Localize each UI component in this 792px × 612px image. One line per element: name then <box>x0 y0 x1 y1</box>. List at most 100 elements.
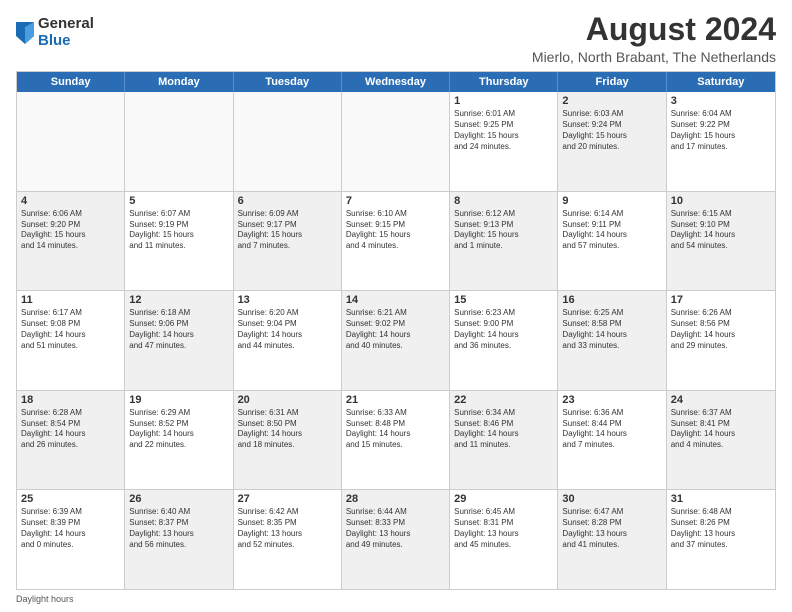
day-info: Sunrise: 6:33 AM Sunset: 8:48 PM Dayligh… <box>346 408 445 451</box>
calendar-cell-8: 8 Sunrise: 6:12 AM Sunset: 9:13 PM Daylig… <box>450 192 558 291</box>
day-info: Sunrise: 6:36 AM Sunset: 8:44 PM Dayligh… <box>562 408 661 451</box>
day-info: Sunrise: 6:28 AM Sunset: 8:54 PM Dayligh… <box>21 408 120 451</box>
day-number: 24 <box>671 394 771 406</box>
calendar-cell-28: 28Sunrise: 6:44 AM Sunset: 8:33 PM Dayli… <box>342 490 450 589</box>
day-info: Sunrise: 6:26 AM Sunset: 8:56 PM Dayligh… <box>671 308 771 351</box>
page: General Blue August 2024 Mierlo, North B… <box>0 0 792 612</box>
calendar-cell-empty <box>234 92 342 191</box>
header-cell-tuesday: Tuesday <box>234 72 342 92</box>
calendar-cell-23: 23 Sunrise: 6:36 AM Sunset: 8:44 PM Dayli… <box>558 391 666 490</box>
header-cell-saturday: Saturday <box>667 72 775 92</box>
calendar-cell-30: 30 Sunrise: 6:47 AM Sunset: 8:28 PM Dayli… <box>558 490 666 589</box>
day-number: 6 <box>238 195 337 207</box>
calendar-cell-29: 29 Sunrise: 6:45 AM Sunset: 8:31 PM Dayli… <box>450 490 558 589</box>
day-number: 4 <box>21 195 120 207</box>
calendar-cell-4: 4 Sunrise: 6:06 AM Sunset: 9:20 PM Daylig… <box>17 192 125 291</box>
day-number: 1 <box>454 95 553 107</box>
day-info: Sunrise: 6:01 AM Sunset: 9:25 PM Dayligh… <box>454 109 553 152</box>
calendar-cell-9: 9Sunrise: 6:14 AM Sunset: 9:11 PM Daylig… <box>558 192 666 291</box>
day-number: 23 <box>562 394 661 406</box>
header-cell-thursday: Thursday <box>450 72 558 92</box>
day-info: Sunrise: 6:09 AM Sunset: 9:17 PM Dayligh… <box>238 209 337 252</box>
calendar-cell-empty <box>17 92 125 191</box>
calendar-cell-11: 11Sunrise: 6:17 AM Sunset: 9:08 PM Dayli… <box>17 291 125 390</box>
logo: General Blue <box>16 16 94 49</box>
day-number: 7 <box>346 195 445 207</box>
subtitle: Mierlo, North Brabant, The Netherlands <box>532 49 776 65</box>
title-block: August 2024 Mierlo, North Brabant, The N… <box>532 12 776 65</box>
day-info: Sunrise: 6:29 AM Sunset: 8:52 PM Dayligh… <box>129 408 228 451</box>
day-number: 15 <box>454 294 553 306</box>
day-info: Sunrise: 6:03 AM Sunset: 9:24 PM Dayligh… <box>562 109 661 152</box>
calendar-cell-17: 17Sunrise: 6:26 AM Sunset: 8:56 PM Dayli… <box>667 291 775 390</box>
day-info: Sunrise: 6:42 AM Sunset: 8:35 PM Dayligh… <box>238 507 337 550</box>
calendar-cell-empty <box>125 92 233 191</box>
day-number: 20 <box>238 394 337 406</box>
calendar-cell-16: 16 Sunrise: 6:25 AM Sunset: 8:58 PM Dayli… <box>558 291 666 390</box>
calendar-cell-18: 18 Sunrise: 6:28 AM Sunset: 8:54 PM Dayli… <box>17 391 125 490</box>
day-number: 19 <box>129 394 228 406</box>
day-number: 2 <box>562 95 661 107</box>
day-number: 13 <box>238 294 337 306</box>
day-info: Sunrise: 6:44 AM Sunset: 8:33 PM Dayligh… <box>346 507 445 550</box>
day-info: Sunrise: 6:06 AM Sunset: 9:20 PM Dayligh… <box>21 209 120 252</box>
main-title: August 2024 <box>532 12 776 47</box>
header-cell-sunday: Sunday <box>17 72 125 92</box>
header: General Blue August 2024 Mierlo, North B… <box>16 12 776 65</box>
calendar-row-4: 18 Sunrise: 6:28 AM Sunset: 8:54 PM Dayli… <box>17 391 775 491</box>
day-info: Sunrise: 6:45 AM Sunset: 8:31 PM Dayligh… <box>454 507 553 550</box>
day-info: Sunrise: 6:39 AM Sunset: 8:39 PM Dayligh… <box>21 507 120 550</box>
calendar-row-1: 1 Sunrise: 6:01 AM Sunset: 9:25 PM Daylig… <box>17 92 775 192</box>
day-number: 18 <box>21 394 120 406</box>
logo-icon <box>16 22 34 44</box>
calendar-cell-24: 24Sunrise: 6:37 AM Sunset: 8:41 PM Dayli… <box>667 391 775 490</box>
day-number: 30 <box>562 493 661 505</box>
day-number: 3 <box>671 95 771 107</box>
day-info: Sunrise: 6:04 AM Sunset: 9:22 PM Dayligh… <box>671 109 771 152</box>
calendar-cell-5: 5 Sunrise: 6:07 AM Sunset: 9:19 PM Daylig… <box>125 192 233 291</box>
day-info: Sunrise: 6:47 AM Sunset: 8:28 PM Dayligh… <box>562 507 661 550</box>
logo-general: General <box>38 16 94 33</box>
day-info: Sunrise: 6:18 AM Sunset: 9:06 PM Dayligh… <box>129 308 228 351</box>
day-info: Sunrise: 6:21 AM Sunset: 9:02 PM Dayligh… <box>346 308 445 351</box>
day-number: 31 <box>671 493 771 505</box>
day-info: Sunrise: 6:14 AM Sunset: 9:11 PM Dayligh… <box>562 209 661 252</box>
header-cell-wednesday: Wednesday <box>342 72 450 92</box>
day-info: Sunrise: 6:20 AM Sunset: 9:04 PM Dayligh… <box>238 308 337 351</box>
day-info: Sunrise: 6:10 AM Sunset: 9:15 PM Dayligh… <box>346 209 445 252</box>
calendar-cell-1: 1 Sunrise: 6:01 AM Sunset: 9:25 PM Daylig… <box>450 92 558 191</box>
calendar-header: SundayMondayTuesdayWednesdayThursdayFrid… <box>17 72 775 92</box>
calendar-cell-10: 10 Sunrise: 6:15 AM Sunset: 9:10 PM Dayli… <box>667 192 775 291</box>
day-info: Sunrise: 6:12 AM Sunset: 9:13 PM Dayligh… <box>454 209 553 252</box>
day-info: Sunrise: 6:40 AM Sunset: 8:37 PM Dayligh… <box>129 507 228 550</box>
day-number: 16 <box>562 294 661 306</box>
logo-blue: Blue <box>38 33 94 50</box>
day-info: Sunrise: 6:07 AM Sunset: 9:19 PM Dayligh… <box>129 209 228 252</box>
logo-text: General Blue <box>38 16 94 49</box>
calendar-cell-empty <box>342 92 450 191</box>
day-info: Sunrise: 6:25 AM Sunset: 8:58 PM Dayligh… <box>562 308 661 351</box>
day-number: 5 <box>129 195 228 207</box>
calendar-cell-2: 2 Sunrise: 6:03 AM Sunset: 9:24 PM Daylig… <box>558 92 666 191</box>
footer: Daylight hours <box>16 594 776 604</box>
calendar-cell-19: 19 Sunrise: 6:29 AM Sunset: 8:52 PM Dayli… <box>125 391 233 490</box>
calendar-cell-15: 15 Sunrise: 6:23 AM Sunset: 9:00 PM Dayli… <box>450 291 558 390</box>
day-number: 8 <box>454 195 553 207</box>
calendar-cell-27: 27Sunrise: 6:42 AM Sunset: 8:35 PM Dayli… <box>234 490 342 589</box>
day-number: 12 <box>129 294 228 306</box>
day-info: Sunrise: 6:15 AM Sunset: 9:10 PM Dayligh… <box>671 209 771 252</box>
calendar: SundayMondayTuesdayWednesdayThursdayFrid… <box>16 71 776 590</box>
calendar-cell-31: 31 Sunrise: 6:48 AM Sunset: 8:26 PM Dayli… <box>667 490 775 589</box>
calendar-row-5: 25Sunrise: 6:39 AM Sunset: 8:39 PM Dayli… <box>17 490 775 589</box>
day-number: 26 <box>129 493 228 505</box>
day-info: Sunrise: 6:34 AM Sunset: 8:46 PM Dayligh… <box>454 408 553 451</box>
day-number: 10 <box>671 195 771 207</box>
calendar-row-3: 11Sunrise: 6:17 AM Sunset: 9:08 PM Dayli… <box>17 291 775 391</box>
day-number: 14 <box>346 294 445 306</box>
day-number: 29 <box>454 493 553 505</box>
day-info: Sunrise: 6:48 AM Sunset: 8:26 PM Dayligh… <box>671 507 771 550</box>
day-info: Sunrise: 6:31 AM Sunset: 8:50 PM Dayligh… <box>238 408 337 451</box>
day-number: 11 <box>21 294 120 306</box>
calendar-cell-25: 25Sunrise: 6:39 AM Sunset: 8:39 PM Dayli… <box>17 490 125 589</box>
day-info: Sunrise: 6:23 AM Sunset: 9:00 PM Dayligh… <box>454 308 553 351</box>
